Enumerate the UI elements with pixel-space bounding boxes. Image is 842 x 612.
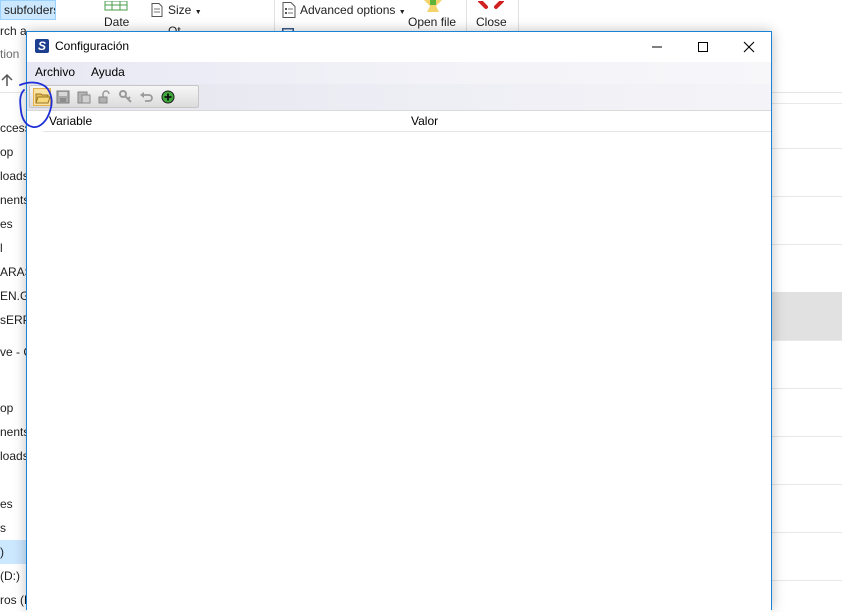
list-item[interactable] xyxy=(770,244,842,293)
maximize-button[interactable] xyxy=(679,32,725,61)
add-plus-icon xyxy=(161,90,175,104)
chevron-down-icon: ▼ xyxy=(194,9,202,16)
variables-grid: Variable Valor xyxy=(27,110,771,612)
open-file-arrow-icon xyxy=(420,0,446,15)
list-item[interactable] xyxy=(770,103,842,149)
other-properties-button[interactable]: Ot xyxy=(168,24,181,31)
menu-archivo[interactable]: Archivo xyxy=(33,65,77,79)
advanced-options-label: Advanced options xyxy=(300,3,396,17)
close-search-button[interactable]: Close xyxy=(476,15,507,29)
chevron-down-icon: ▼ xyxy=(398,9,406,16)
other-properties-label: Ot xyxy=(168,24,181,31)
include-subfolders-button[interactable]: subfolders xyxy=(0,0,56,20)
up-arrow-icon[interactable] xyxy=(0,73,14,90)
menu-bar: Archivo Ayuda xyxy=(27,62,771,84)
lock-icon xyxy=(98,90,110,104)
list-item[interactable] xyxy=(770,148,842,197)
add-button[interactable] xyxy=(159,88,177,106)
list-item[interactable] xyxy=(770,340,842,389)
minimize-button[interactable] xyxy=(633,32,679,61)
results-list xyxy=(770,95,842,610)
lock-button[interactable] xyxy=(96,88,114,106)
undo-button[interactable] xyxy=(138,88,156,106)
undo-icon xyxy=(140,92,153,102)
column-header-valor[interactable]: Valor xyxy=(405,111,771,132)
column-header-variable[interactable]: Variable xyxy=(43,111,407,132)
size-label: Size xyxy=(168,3,192,17)
configuracion-dialog: S Configuración Archivo Ayuda Variable V… xyxy=(26,31,772,612)
advanced-options-icon xyxy=(282,2,296,21)
app-logo-icon: S xyxy=(35,39,49,53)
include-subfolders-label: subfolders xyxy=(4,3,56,17)
list-item[interactable] xyxy=(770,388,842,437)
clipboard-icon xyxy=(77,91,91,104)
list-item[interactable] xyxy=(770,484,842,533)
list-item[interactable] xyxy=(770,436,842,485)
minimize-icon xyxy=(652,46,662,48)
dialog-titlebar[interactable]: S Configuración xyxy=(27,32,771,61)
date-calendar-icon xyxy=(104,0,128,14)
search-again-label: rch a xyxy=(0,24,27,38)
size-dropdown[interactable]: Size ▼ xyxy=(168,3,202,17)
close-icon xyxy=(743,41,755,53)
close-search-label: Close xyxy=(476,15,507,29)
date-modified-label: Date xyxy=(104,15,130,29)
close-button[interactable] xyxy=(725,32,771,61)
dialog-title: Configuración xyxy=(55,39,130,53)
location-group-text: tion xyxy=(0,47,20,61)
list-item[interactable] xyxy=(770,532,842,581)
search-again-button[interactable]: rch a xyxy=(0,24,27,38)
maximize-icon xyxy=(698,42,708,52)
list-item-selected[interactable] xyxy=(770,292,842,341)
key-icon xyxy=(119,90,132,103)
menu-ayuda[interactable]: Ayuda xyxy=(89,65,127,79)
open-file-label: Open file xyxy=(408,15,457,29)
open-file-button[interactable]: Open file xyxy=(408,15,456,29)
close-x-icon xyxy=(478,0,504,14)
date-modified-button[interactable]: Date xyxy=(104,15,129,29)
advanced-options-dropdown[interactable]: Advanced options ▼ xyxy=(300,3,406,17)
list-item[interactable] xyxy=(770,196,842,245)
handdrawn-circle-annotation xyxy=(19,81,53,128)
size-file-icon xyxy=(151,3,163,20)
paste-button[interactable] xyxy=(75,88,93,106)
location-group-label: tion xyxy=(0,47,19,61)
key-button[interactable] xyxy=(117,88,135,106)
